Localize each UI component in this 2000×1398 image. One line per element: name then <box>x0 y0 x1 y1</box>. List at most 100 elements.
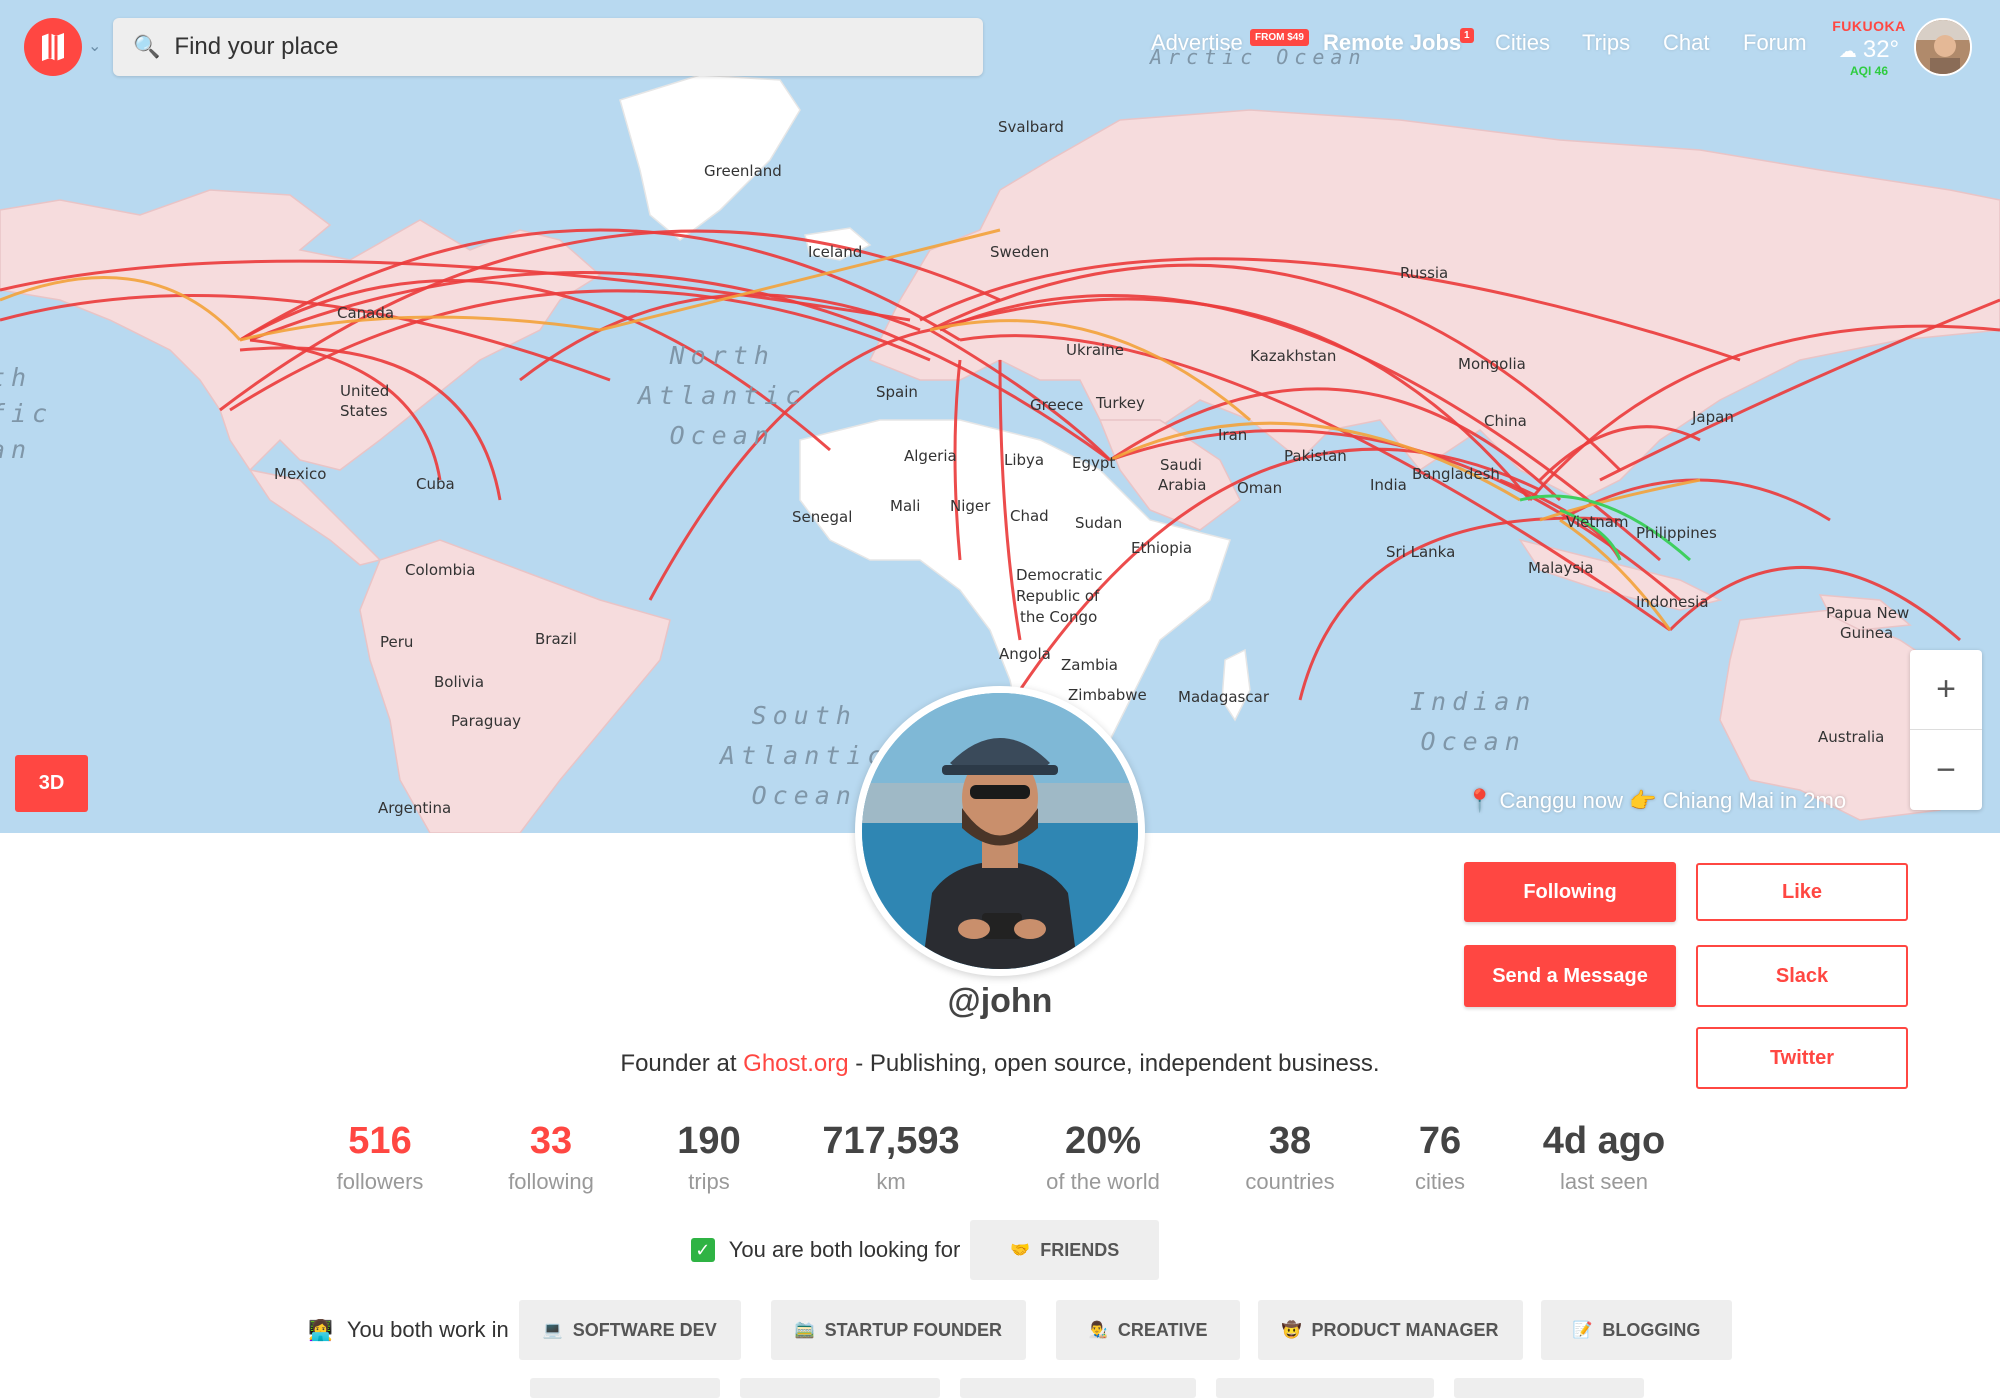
tag-software-dev[interactable]: 💻 SOFTWARE DEV <box>518 1300 741 1360</box>
tag-friends[interactable]: 🤝 FRIENDS <box>970 1220 1160 1280</box>
search-bar[interactable]: 🔍 <box>113 18 983 76</box>
label-sweden: Sweden <box>990 243 1050 261</box>
stat-label: cities <box>1414 1169 1466 1194</box>
3d-toggle-button[interactable]: 3D <box>15 755 88 812</box>
label-papua-1: Papua New <box>1826 604 1910 622</box>
stat-value: 38 <box>1268 1120 1312 1162</box>
tag-chip-partial[interactable] <box>1454 1378 1644 1398</box>
zoom-out-button[interactable]: − <box>1910 730 1982 810</box>
handshake-icon: 🤝 <box>1010 1242 1031 1259</box>
checkmark-icon: ✓ <box>690 1238 715 1262</box>
label-angola: Angola <box>999 645 1051 663</box>
like-button[interactable]: Like <box>1696 863 1908 921</box>
following-button[interactable]: Following <box>1464 862 1676 922</box>
train-icon: 🚞 <box>794 1322 815 1339</box>
label-pacific-ocean: th fic an <box>0 363 54 464</box>
advertise-badge: FROM $49 <box>1250 29 1309 46</box>
nav-cities[interactable]: Cities <box>1495 30 1550 56</box>
label-ukraine: Ukraine <box>1066 341 1124 359</box>
label-canada: Canada <box>337 304 395 322</box>
nomadlist-logo[interactable] <box>24 18 82 76</box>
label-saudi-2: Arabia <box>1158 476 1207 494</box>
label-greenland: Greenland <box>704 162 782 180</box>
madagascar-landmass <box>1221 648 1251 722</box>
stat-label: countries <box>1245 1169 1335 1194</box>
label-papua-2: Guinea <box>1840 624 1894 642</box>
send-message-button[interactable]: Send a Message <box>1464 945 1676 1007</box>
nav-forum[interactable]: Forum <box>1743 30 1807 56</box>
tag-creative[interactable]: 👨‍🎨 CREATIVE <box>1055 1300 1240 1360</box>
stat-following[interactable]: 33 following <box>508 1120 594 1195</box>
label-mali: Mali <box>890 497 921 515</box>
artist-icon: 👨‍🎨 <box>1087 1322 1108 1339</box>
tag-chip-partial[interactable] <box>1216 1378 1434 1398</box>
label-north-atlantic-ocean: North Atlantic Ocean <box>638 341 807 450</box>
stat-world-percent: 20% of the world <box>1046 1120 1160 1195</box>
stat-label: trips <box>688 1169 730 1194</box>
label-libya: Libya <box>1004 451 1045 469</box>
label-malaysia: Malaysia <box>1528 559 1594 577</box>
zoom-in-button[interactable]: + <box>1910 650 1982 730</box>
tag-product-manager[interactable]: 🤠 PRODUCT MANAGER <box>1257 1300 1523 1360</box>
label-mongolia: Mongolia <box>1458 355 1526 373</box>
memo-icon: 📝 <box>1572 1322 1593 1339</box>
stat-km: 717,593 km <box>822 1120 959 1195</box>
stat-trips: 190 trips <box>677 1120 740 1195</box>
label-senegal: Senegal <box>792 508 853 526</box>
bio-prefix: Founder at <box>620 1050 744 1077</box>
label-japan: Japan <box>1692 408 1734 426</box>
label-niger: Niger <box>950 497 991 515</box>
label-cuba: Cuba <box>416 475 455 493</box>
stat-label: last seen <box>1559 1169 1649 1194</box>
search-icon: 🔍 <box>133 34 161 59</box>
label-peru: Peru <box>380 633 414 651</box>
laptop-icon: 💻 <box>542 1322 563 1339</box>
nav-remote-jobs[interactable]: Remote Jobs <box>1323 30 1461 56</box>
stat-label: km <box>876 1169 906 1194</box>
label-zimbabwe: Zimbabwe <box>1068 686 1147 704</box>
label-indian-ocean: Indian Ocean <box>1410 687 1537 756</box>
label-saudi-1: Saudi <box>1160 456 1202 474</box>
nav-chat[interactable]: Chat <box>1663 30 1709 56</box>
stat-label: following <box>508 1169 594 1194</box>
weather-widget[interactable]: FUKUOKA ☁ 32° AQI 46 <box>1828 18 1910 78</box>
nav-trips[interactable]: Trips <box>1582 30 1630 56</box>
work-in-text: You both work in <box>346 1317 509 1342</box>
stat-value: 20% <box>1064 1120 1142 1162</box>
profile-photo-image <box>862 693 1138 969</box>
central-america-landmass <box>248 468 382 566</box>
weather-city: FUKUOKA <box>1832 18 1906 34</box>
tag-chip-partial[interactable] <box>960 1378 1196 1398</box>
tag-chip-partial[interactable] <box>530 1378 720 1398</box>
tag-startup-founder[interactable]: 🚞 STARTUP FOUNDER <box>770 1300 1026 1360</box>
label-indonesia: Indonesia <box>1636 593 1709 611</box>
search-input[interactable] <box>174 33 955 61</box>
user-avatar[interactable] <box>1914 18 1972 76</box>
label-madagascar: Madagascar <box>1178 688 1269 706</box>
south-america-landmass <box>359 539 671 833</box>
twitter-button[interactable]: Twitter <box>1696 1027 1908 1089</box>
label-india: India <box>1370 476 1407 494</box>
label-bangladesh: Bangladesh <box>1412 465 1500 483</box>
remote-jobs-badge: 1 <box>1460 28 1474 43</box>
label-drc-1: Democratic <box>1016 566 1103 584</box>
stat-value: 76 <box>1418 1120 1462 1162</box>
label-drc-3: the Congo <box>1020 608 1098 626</box>
chevron-down-icon[interactable]: ⌄ <box>88 36 101 56</box>
tag-blogging[interactable]: 📝 BLOGGING <box>1540 1300 1733 1360</box>
label-united-states-1: United <box>340 382 390 400</box>
stat-value: 516 <box>348 1120 412 1162</box>
nav-advertise[interactable]: Advertise <box>1151 30 1243 56</box>
tag-chip-partial[interactable] <box>740 1378 940 1398</box>
zoom-control[interactable]: + − <box>1910 650 1982 810</box>
label-philippines: Philippines <box>1636 524 1717 542</box>
bio-link-ghost[interactable]: Ghost.org <box>743 1050 848 1077</box>
looking-for-text: You are both looking for <box>728 1237 961 1262</box>
stat-value: 4d ago <box>1542 1120 1666 1162</box>
label-bolivia: Bolivia <box>434 673 485 691</box>
stat-value: 717,593 <box>822 1120 960 1162</box>
label-colombia: Colombia <box>405 561 476 579</box>
label-pakistan: Pakistan <box>1284 447 1347 465</box>
stat-followers[interactable]: 516 followers <box>337 1120 424 1195</box>
slack-button[interactable]: Slack <box>1696 945 1908 1007</box>
